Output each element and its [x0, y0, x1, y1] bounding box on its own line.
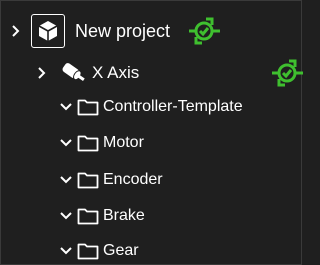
tree-item-label: Controller-Template: [103, 98, 243, 115]
tree-item-folder[interactable]: Gear: [59, 237, 139, 265]
folder-icon: [77, 171, 99, 189]
tree-item-folder[interactable]: Brake: [59, 202, 145, 230]
folder-icon: [77, 242, 99, 260]
folder-icon: [77, 134, 99, 152]
chevron-down-icon[interactable]: [59, 136, 73, 150]
tree-item-folder[interactable]: Encoder: [59, 166, 163, 194]
tree-item-new-project[interactable]: New project: [9, 14, 222, 48]
chevron-down-icon[interactable]: [59, 100, 73, 114]
chevron-down-icon[interactable]: [59, 209, 73, 223]
folder-icon: [77, 207, 99, 225]
folder-icon: [77, 98, 99, 116]
tree-item-folder[interactable]: Motor: [59, 129, 144, 157]
chevron-right-icon[interactable]: [35, 66, 49, 80]
connected-status-icon: [188, 16, 222, 46]
tree-item-label: Gear: [103, 242, 139, 259]
tree-item-label: New project: [75, 21, 171, 41]
cube-icon: [31, 14, 65, 48]
motor-axis-icon: [59, 60, 89, 86]
tree-item-label: Encoder: [103, 171, 163, 188]
chevron-right-icon[interactable]: [9, 24, 23, 38]
chevron-down-icon[interactable]: [59, 173, 73, 187]
tree-item-folder[interactable]: Controller-Template: [59, 93, 243, 121]
tree-item-label: Brake: [103, 207, 145, 224]
tree-item-label: Motor: [103, 134, 144, 151]
chevron-down-icon[interactable]: [59, 244, 73, 258]
tree-item-x-axis[interactable]: X Axis: [35, 59, 303, 87]
tree-item-label: X Axis: [92, 63, 140, 82]
project-tree: New project X Axis Controller-Template M…: [0, 0, 303, 265]
connected-status-icon: [271, 58, 305, 88]
